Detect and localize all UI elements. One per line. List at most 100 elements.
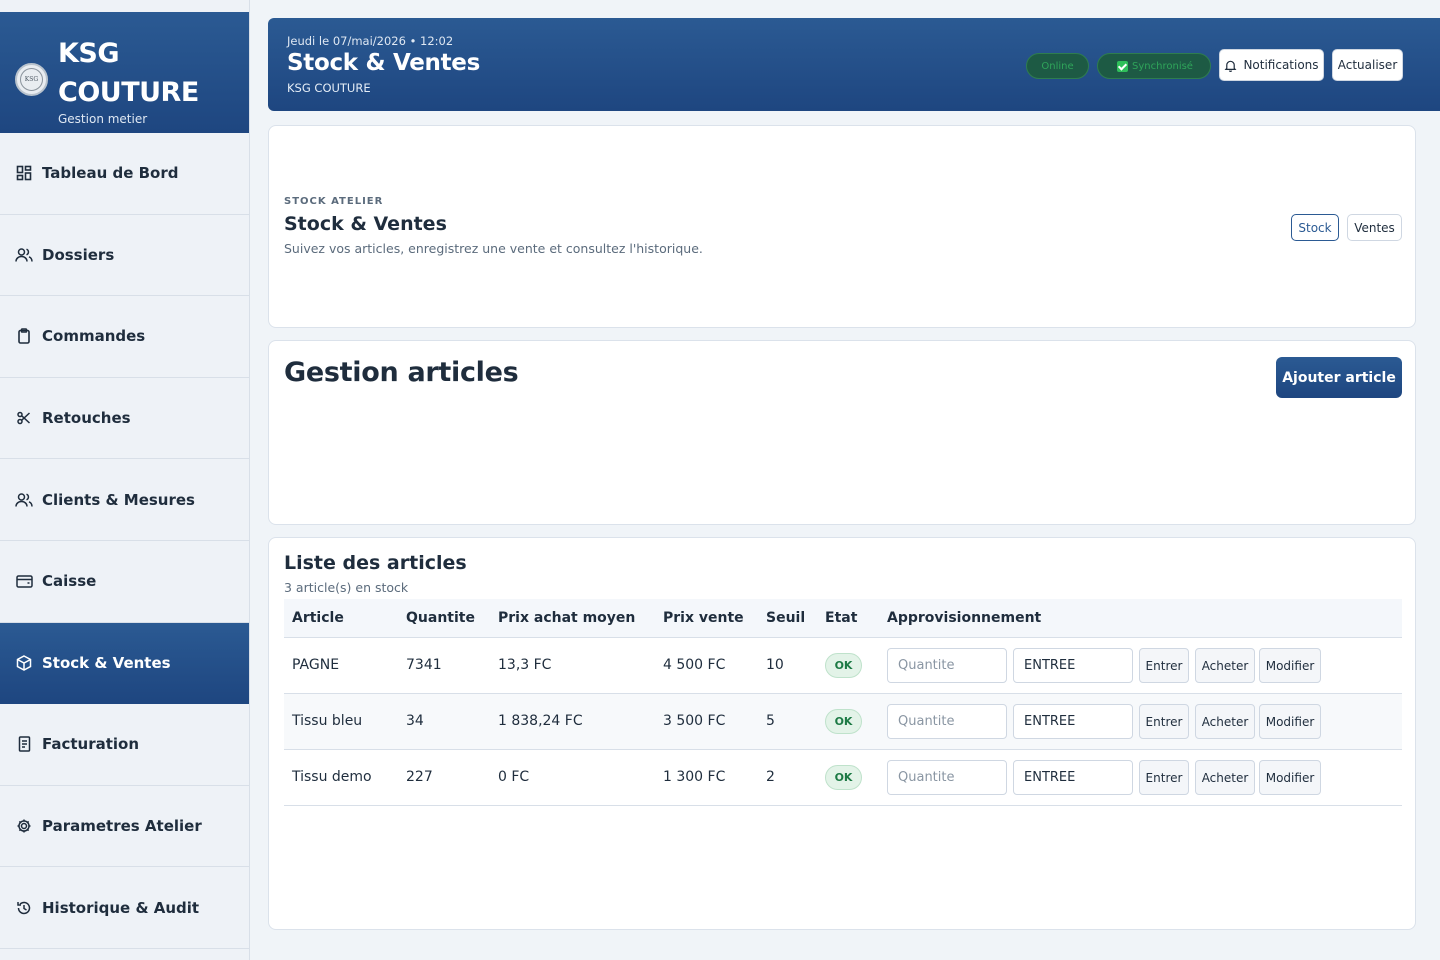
notifications-label: Notifications bbox=[1243, 58, 1319, 72]
cell-article: Tissu bleu bbox=[292, 713, 363, 729]
status-badge: OK bbox=[825, 765, 862, 790]
cell-article: Tissu demo bbox=[292, 769, 372, 785]
quantity-input[interactable] bbox=[887, 704, 1007, 739]
column-header-etat: Etat bbox=[825, 610, 858, 626]
sidebar-item-dossiers[interactable]: Dossiers bbox=[0, 215, 249, 297]
refresh-button[interactable]: Actualiser bbox=[1332, 49, 1403, 81]
sidebar-item-tableau-de-bord[interactable]: Tableau de Bord bbox=[0, 133, 249, 215]
brand-header: KSG KSG COUTURE Gestion metier bbox=[0, 12, 249, 133]
modifier-button[interactable]: Modifier bbox=[1259, 704, 1321, 739]
users-icon bbox=[15, 491, 33, 509]
list-title: Liste des articles bbox=[284, 552, 467, 574]
brand-subtitle: Gestion metier bbox=[58, 112, 148, 126]
top-header: Jeudi le 07/mai/2026 • 12:02 Stock & Ven… bbox=[268, 18, 1440, 111]
list-count: 3 article(s) en stock bbox=[284, 580, 409, 595]
checkbox-icon bbox=[1117, 60, 1129, 72]
cell-prix-achat: 13,3 FC bbox=[498, 657, 552, 673]
table-row: Tissu demo 227 0 FC 1 300 FC 2 OK ENTREE… bbox=[284, 750, 1402, 806]
cell-prix-vente: 1 300 FC bbox=[663, 769, 726, 785]
acheter-button[interactable]: Acheter bbox=[1195, 648, 1255, 683]
acheter-button[interactable]: Acheter bbox=[1195, 760, 1255, 795]
sidebar-item-label: Dossiers bbox=[42, 245, 115, 264]
sidebar-item-label: Clients & Mesures bbox=[42, 490, 195, 509]
column-header-prix-vente: Prix vente bbox=[663, 610, 744, 626]
column-header-article: Article bbox=[292, 610, 344, 626]
movement-type-select[interactable]: ENTREE bbox=[1013, 760, 1133, 795]
sidebar-item-label: Tableau de Bord bbox=[42, 164, 179, 183]
status-sync-label: Synchronisé bbox=[1132, 60, 1193, 72]
sidebar-item-clients-mesures[interactable]: Clients & Mesures bbox=[0, 459, 249, 541]
column-header-seuil: Seuil bbox=[766, 610, 806, 626]
sidebar-item-label: Retouches bbox=[42, 409, 131, 428]
entrer-button[interactable]: Entrer bbox=[1139, 648, 1189, 683]
status-badge: OK bbox=[825, 709, 862, 734]
sidebar-item-retouches[interactable]: Retouches bbox=[0, 378, 249, 460]
tab-ventes[interactable]: Ventes bbox=[1347, 214, 1402, 241]
tab-stock[interactable]: Stock bbox=[1291, 214, 1339, 241]
sidebar-item-historique-audit[interactable]: Historique & Audit bbox=[0, 867, 249, 949]
cell-seuil: 5 bbox=[766, 713, 775, 729]
status-badge-online: Online bbox=[1026, 53, 1089, 79]
sidebar-item-commandes[interactable]: Commandes bbox=[0, 296, 249, 378]
cell-quantite: 34 bbox=[406, 713, 424, 729]
status-badge-sync: Synchronisé bbox=[1097, 53, 1211, 79]
cell-quantite: 227 bbox=[406, 769, 433, 785]
modifier-button[interactable]: Modifier bbox=[1259, 760, 1321, 795]
section-eyebrow: STOCK ATELIER bbox=[284, 196, 384, 207]
brand-logo: KSG bbox=[15, 63, 48, 96]
status-badge: OK bbox=[825, 653, 862, 678]
brand-logo-mark: KSG bbox=[20, 68, 43, 91]
section-title: Stock & Ventes bbox=[284, 213, 447, 235]
table-row: Tissu bleu 34 1 838,24 FC 3 500 FC 5 OK … bbox=[284, 694, 1402, 750]
clipboard-icon bbox=[15, 327, 33, 345]
cell-quantite: 7341 bbox=[406, 657, 442, 673]
scissors-icon bbox=[15, 409, 33, 427]
articles-table: Article Quantite Prix achat moyen Prix v… bbox=[284, 599, 1402, 806]
movement-type-select[interactable]: ENTREE bbox=[1013, 648, 1133, 683]
notifications-button[interactable]: Notifications bbox=[1219, 49, 1324, 81]
modifier-button[interactable]: Modifier bbox=[1259, 648, 1321, 683]
receipt-icon bbox=[15, 735, 33, 753]
quantity-input[interactable] bbox=[887, 648, 1007, 683]
status-online-label: Online bbox=[1041, 60, 1074, 72]
cell-prix-vente: 3 500 FC bbox=[663, 713, 726, 729]
header-date: Jeudi le 07/mai/2026 • 12:02 bbox=[287, 34, 454, 48]
cell-seuil: 10 bbox=[766, 657, 784, 673]
sidebar-item-label: Commandes bbox=[42, 327, 146, 346]
bell-icon bbox=[1224, 59, 1237, 72]
table-row: PAGNE 7341 13,3 FC 4 500 FC 10 OK ENTREE… bbox=[284, 638, 1402, 694]
brand-name: KSG COUTURE bbox=[58, 38, 199, 108]
wallet-icon bbox=[15, 572, 33, 590]
sidebar-item-facturation[interactable]: Facturation bbox=[0, 704, 249, 786]
sidebar: KSG KSG COUTURE Gestion metier Tableau d… bbox=[0, 0, 250, 960]
sidebar-item-label: Parametres Atelier bbox=[42, 817, 202, 836]
users-icon bbox=[15, 246, 33, 264]
quantity-input[interactable] bbox=[887, 760, 1007, 795]
entrer-button[interactable]: Entrer bbox=[1139, 760, 1189, 795]
acheter-button[interactable]: Acheter bbox=[1195, 704, 1255, 739]
history-icon bbox=[15, 899, 33, 917]
sidebar-item-label: Facturation bbox=[42, 735, 140, 754]
sidebar-item-stock-ventes[interactable]: Stock & Ventes bbox=[0, 622, 249, 705]
add-article-button[interactable]: Ajouter article bbox=[1276, 357, 1402, 398]
intro-card: STOCK ATELIER Stock & Ventes Suivez vos … bbox=[268, 125, 1416, 328]
movement-type-select[interactable]: ENTREE bbox=[1013, 704, 1133, 739]
cell-prix-achat: 1 838,24 FC bbox=[498, 713, 583, 729]
sidebar-nav: Tableau de Bord Dossiers Commandes Retou… bbox=[0, 133, 249, 949]
management-card: Gestion articles Ajouter article bbox=[268, 340, 1416, 525]
sidebar-item-label: Caisse bbox=[42, 572, 97, 591]
sidebar-item-caisse[interactable]: Caisse bbox=[0, 541, 249, 623]
sidebar-item-label: Stock & Ventes bbox=[42, 653, 171, 672]
table-header: Article Quantite Prix achat moyen Prix v… bbox=[284, 599, 1402, 638]
cell-article: PAGNE bbox=[292, 657, 340, 673]
entrer-button[interactable]: Entrer bbox=[1139, 704, 1189, 739]
gear-icon bbox=[15, 817, 33, 835]
sidebar-item-parametres-atelier[interactable]: Parametres Atelier bbox=[0, 786, 249, 868]
box-icon bbox=[15, 654, 33, 672]
column-header-quantite: Quantite bbox=[406, 610, 475, 626]
column-header-prix-achat: Prix achat moyen bbox=[498, 610, 636, 626]
page-title: Stock & Ventes bbox=[287, 50, 480, 76]
sidebar-item-label: Historique & Audit bbox=[42, 898, 200, 917]
cell-seuil: 2 bbox=[766, 769, 775, 785]
cell-prix-vente: 4 500 FC bbox=[663, 657, 726, 673]
